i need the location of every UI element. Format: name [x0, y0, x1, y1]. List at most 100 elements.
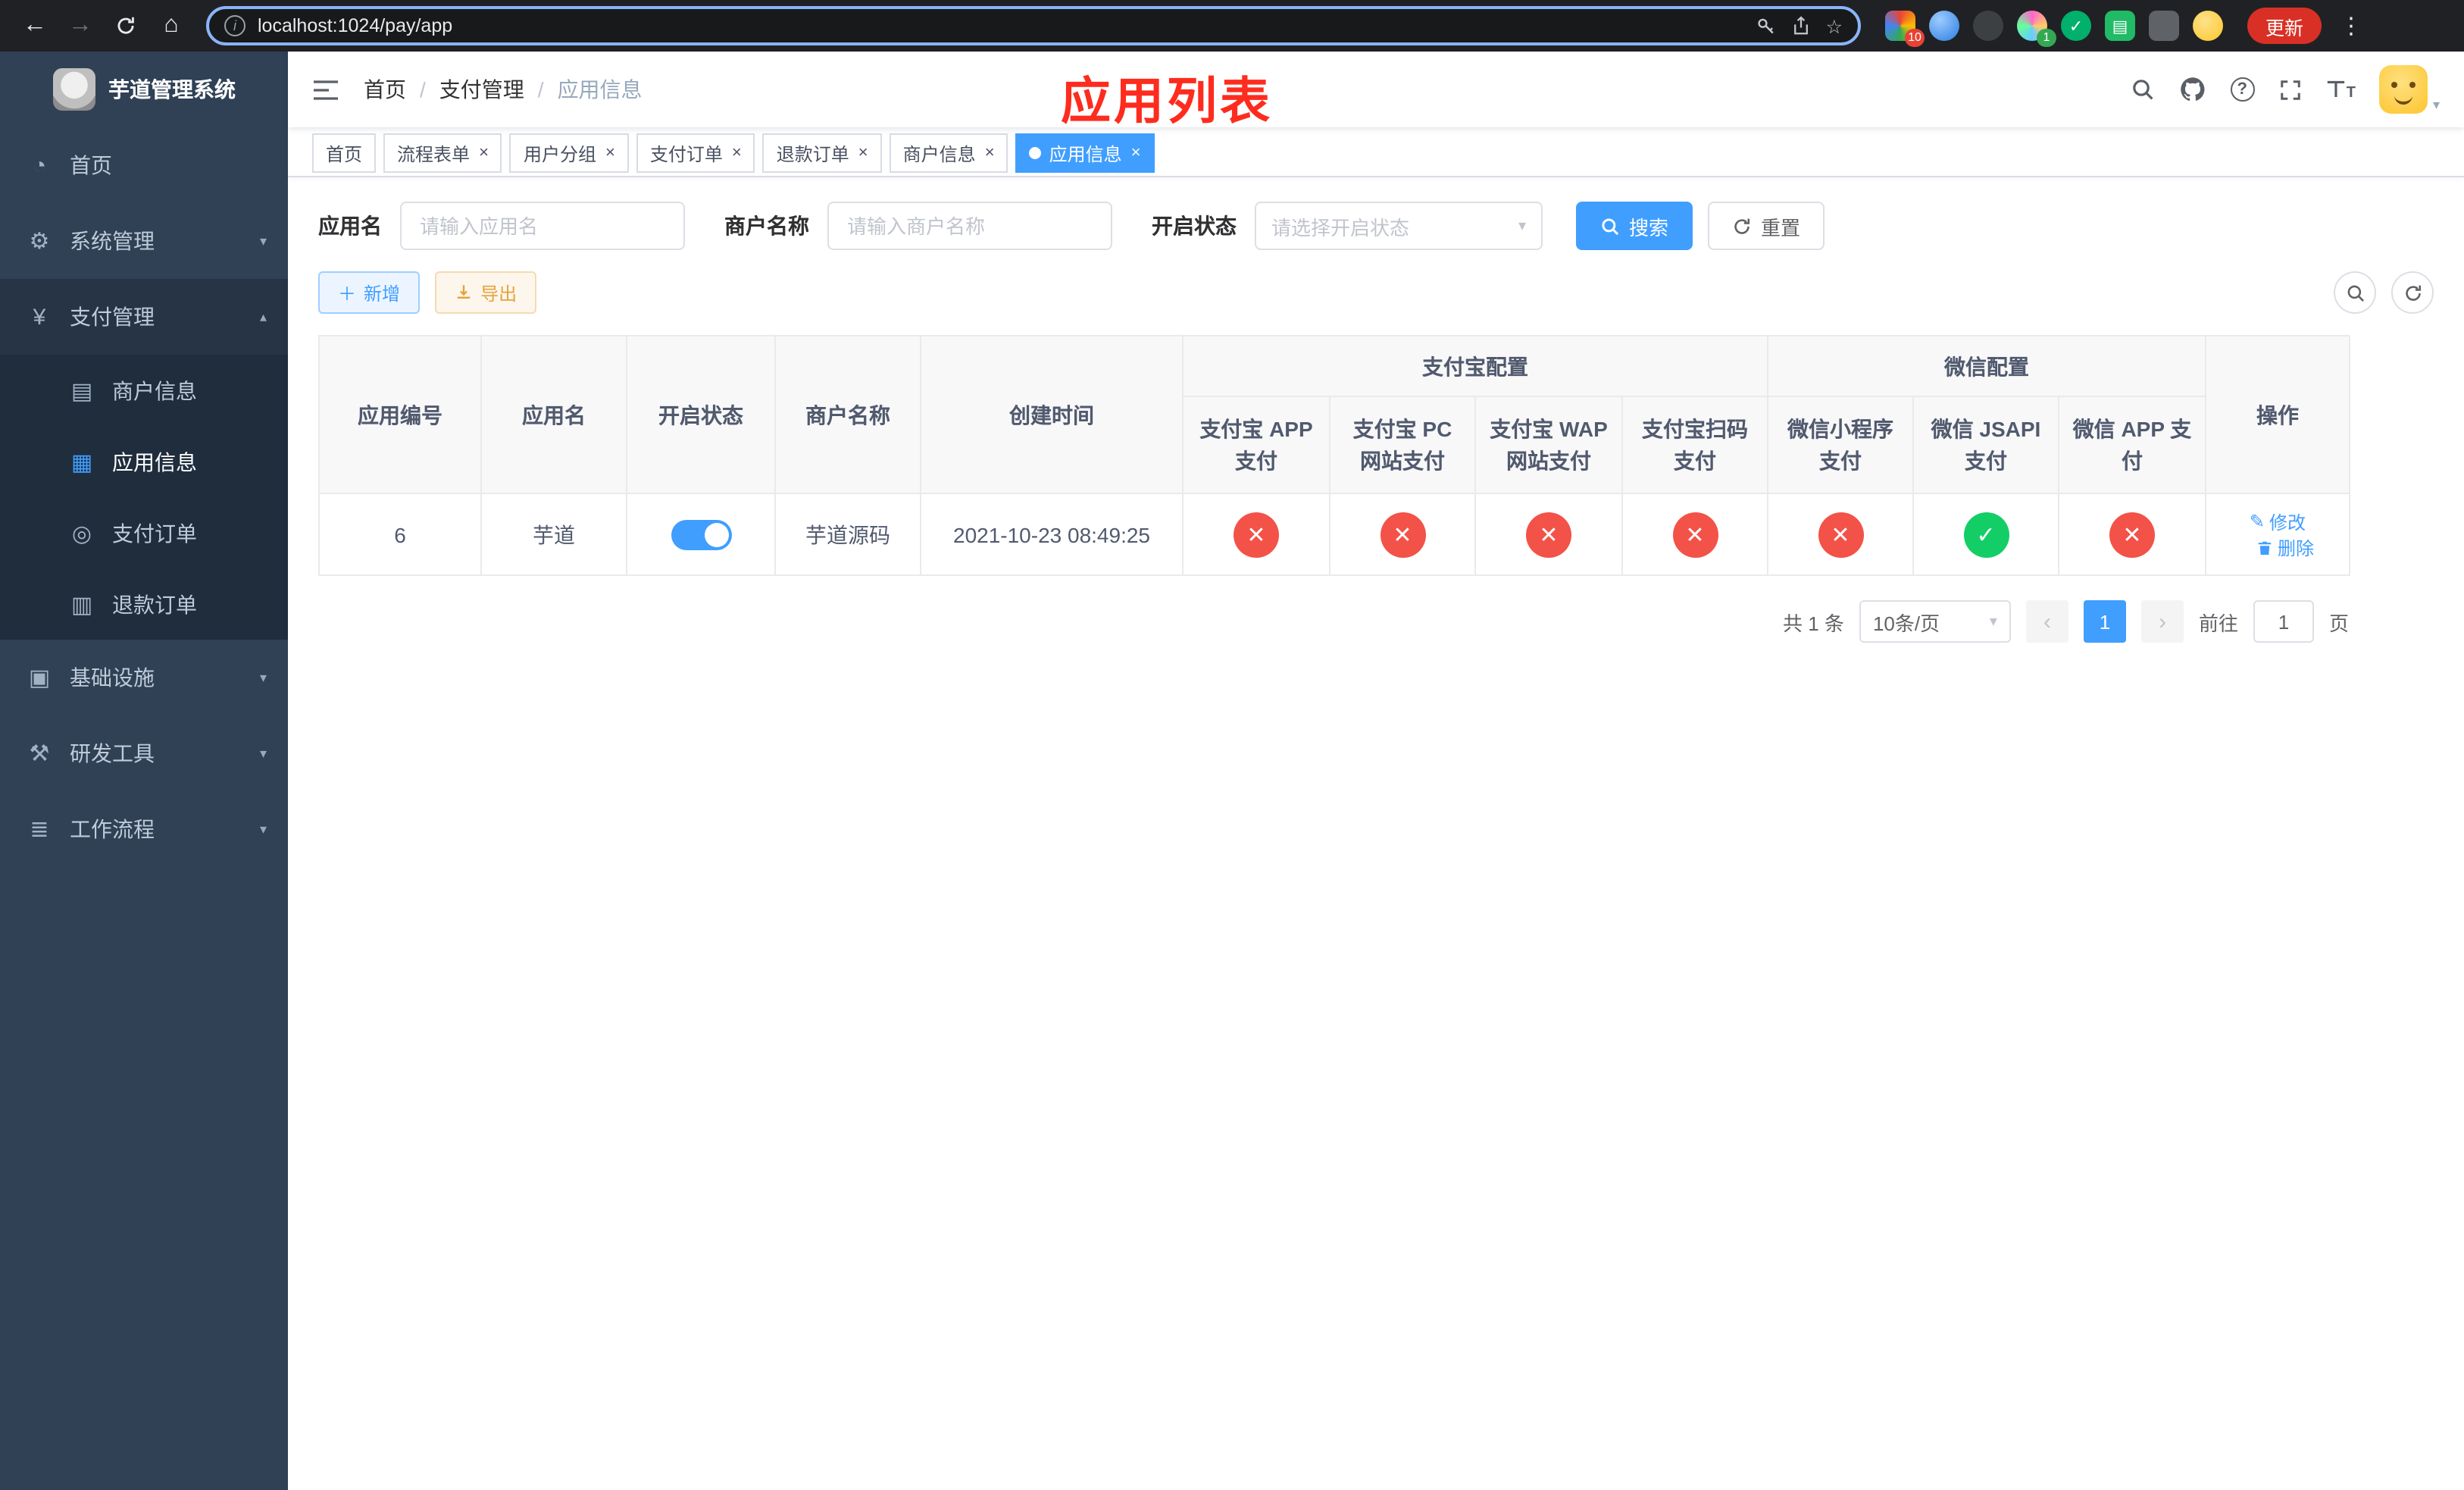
browser-menu-icon[interactable]: ⋮ — [2340, 12, 2364, 39]
card-icon: ▤ — [70, 378, 93, 404]
tab-label: 流程表单 — [397, 143, 471, 164]
col-created: 创建时间 — [920, 335, 1184, 494]
grid-icon: ▦ — [70, 449, 93, 475]
sidebar-item-pay-orders[interactable]: ◎ 支付订单 — [0, 497, 288, 568]
search-icon[interactable] — [2130, 77, 2154, 102]
sidebar-item-label: 工作流程 — [70, 817, 155, 841]
tab-pay-orders[interactable]: 支付订单 × — [636, 133, 755, 173]
reset-button[interactable]: 重置 — [1708, 202, 1825, 250]
home-icon[interactable]: ⌂ — [152, 6, 191, 45]
bookmark-star-icon[interactable]: ☆ — [1826, 14, 1843, 37]
col-wechat-app: 微信 APP 支付 — [2058, 396, 2206, 494]
sidebar-item-label: 应用信息 — [112, 449, 197, 474]
fullscreen-icon[interactable] — [2278, 78, 2301, 101]
sidebar-item-home[interactable]: ◔ 首页 — [0, 127, 288, 203]
tab-label: 退款订单 — [776, 143, 849, 164]
status-select[interactable]: 请选择开启状态 ▾ — [1255, 202, 1543, 250]
add-button[interactable]: ＋ 新增 — [318, 271, 421, 314]
tab-home[interactable]: 首页 — [312, 133, 377, 173]
export-button[interactable]: 导出 — [435, 271, 537, 314]
tab-close-icon[interactable]: × — [1131, 144, 1141, 162]
current-page[interactable]: 1 — [2083, 600, 2126, 643]
user-avatar[interactable] — [2379, 65, 2428, 114]
table-row: 6 芋道 芋道源码 2021-10-23 08:49:25 ✕ ✕ ✕ ✕ ✕ — [318, 493, 2350, 576]
prev-page-button[interactable]: ‹ — [2025, 600, 2068, 643]
next-page-button[interactable]: › — [2140, 600, 2184, 643]
sidebar-item-dev-tools[interactable]: ⚒ 研发工具 ▾ — [0, 715, 288, 791]
merchant-name-input[interactable] — [827, 202, 1112, 250]
toggle-search-button[interactable] — [2334, 271, 2376, 314]
tab-close-icon[interactable]: × — [985, 144, 995, 162]
back-icon[interactable]: ← — [15, 6, 55, 45]
chevron-down-icon: ▾ — [259, 233, 267, 248]
sidebar-item-refund-orders[interactable]: ▥ 退款订单 — [0, 568, 288, 640]
workflow-icon: ≣ — [30, 817, 49, 843]
sidebar-item-app-info[interactable]: ▦ 应用信息 — [0, 426, 288, 497]
extension-icon-emoji[interactable] — [2193, 11, 2223, 41]
page-size-select[interactable]: 10条/页 ▾ — [1859, 600, 2011, 643]
tab-refund-orders[interactable]: 退款订单 × — [762, 133, 882, 173]
address-bar[interactable]: i localhost:1024/pay/app ☆ — [206, 6, 1861, 45]
status-toggle[interactable] — [671, 519, 731, 549]
refresh-button[interactable] — [2391, 271, 2434, 314]
chrome-update-button[interactable]: 更新 — [2247, 8, 2322, 44]
extension-icon-check[interactable]: ✓ — [2061, 11, 2091, 41]
password-key-icon[interactable] — [1755, 15, 1776, 36]
extension-icon-colorful[interactable]: 10 — [1885, 11, 1925, 47]
sidebar-item-merchant-info[interactable]: ▤ 商户信息 — [0, 355, 288, 426]
pagination: 共 1 条 10条/页 ▾ ‹ 1 › 前往 页 — [318, 600, 2349, 643]
browser-toolbar: ← → ⌂ i localhost:1024/pay/app ☆ 10 1 ✓ … — [0, 0, 2464, 52]
page: ← → ⌂ i localhost:1024/pay/app ☆ 10 1 ✓ … — [0, 0, 2464, 1490]
sidebar-item-workflow[interactable]: ≣ 工作流程 ▾ — [0, 791, 288, 867]
extension-icon-chat[interactable]: ▤ — [2105, 11, 2135, 41]
tab-app-info[interactable]: 应用信息 × — [1015, 133, 1155, 173]
breadcrumb-payment[interactable]: 支付管理 — [439, 74, 524, 105]
user-menu[interactable]: ▾ — [2379, 65, 2440, 114]
sidebar-item-payment[interactable]: ¥ 支付管理 ▴ — [0, 279, 288, 355]
page-content: 应用名 商户名称 开启状态 请选择开启状态 ▾ 搜索 重置 — [288, 177, 2464, 1490]
delete-link[interactable]: 删除 — [2256, 535, 2314, 561]
site-info-icon[interactable]: i — [224, 15, 245, 36]
sidebar-item-system[interactable]: ⚙ 系统管理 ▾ — [0, 203, 288, 279]
yen-icon: ¥ — [33, 304, 46, 330]
chevron-down-icon: ▾ — [259, 669, 267, 684]
goto-page-input[interactable] — [2253, 600, 2314, 643]
chevron-down-icon: ▾ — [259, 821, 267, 836]
app-name-input[interactable] — [400, 202, 685, 250]
cell-alipay-wap: ✕ — [1474, 493, 1623, 576]
monitor-icon: ▣ — [28, 665, 51, 691]
help-icon[interactable]: ? — [2230, 77, 2255, 102]
tab-close-icon[interactable]: × — [479, 144, 489, 162]
total-count: 共 1 条 — [1783, 612, 1844, 634]
sidebar-item-label: 首页 — [70, 153, 112, 177]
tab-close-icon[interactable]: × — [732, 144, 742, 162]
status-x-icon: ✕ — [1234, 512, 1279, 557]
document-icon: ▥ — [70, 592, 93, 618]
extension-icon-avatar[interactable]: 1 — [2017, 11, 2056, 47]
tab-merchant-info[interactable]: 商户信息 × — [889, 133, 1008, 173]
tab-process-form[interactable]: 流程表单 × — [383, 133, 502, 173]
sidebar-item-infrastructure[interactable]: ▣ 基础设施 ▾ — [0, 640, 288, 715]
chevron-down-icon: ▾ — [1989, 613, 1997, 630]
extension-icon-drop[interactable] — [1929, 11, 1959, 41]
tab-close-icon[interactable]: × — [858, 144, 868, 162]
plus-icon: ＋ — [338, 283, 357, 304]
col-alipay-app: 支付宝 APP 支付 — [1182, 396, 1330, 494]
share-icon[interactable] — [1791, 15, 1811, 36]
extension-icon-dark[interactable] — [1973, 11, 2003, 41]
extensions-puzzle-icon[interactable] — [2149, 11, 2179, 41]
status-select-placeholder: 请选择开启状态 — [1271, 216, 1410, 239]
tab-user-group[interactable]: 用户分组 × — [509, 133, 629, 173]
font-size-icon[interactable]: ⊤T — [2325, 76, 2356, 103]
forward-icon[interactable]: → — [61, 6, 100, 45]
tab-close-icon[interactable]: × — [605, 144, 615, 162]
reload-icon[interactable] — [106, 6, 145, 45]
edit-link[interactable]: ✎ 修改 — [2250, 509, 2306, 535]
annotation-app-list: 应用列表 — [1061, 73, 1273, 129]
col-group-alipay: 支付宝配置 — [1182, 335, 1768, 397]
search-button[interactable]: 搜索 — [1576, 202, 1693, 250]
breadcrumb-home[interactable]: 首页 — [364, 74, 406, 105]
github-icon[interactable] — [2178, 76, 2206, 103]
collapse-sidebar-icon[interactable] — [312, 78, 339, 101]
cell-alipay-app: ✕ — [1182, 493, 1330, 576]
